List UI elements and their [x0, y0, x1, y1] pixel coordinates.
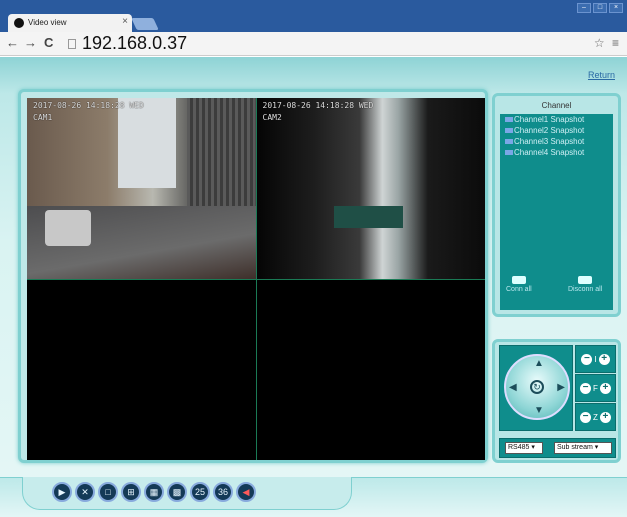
iris-label: I: [594, 354, 597, 364]
focus-control: − F +: [575, 374, 616, 402]
lens-controls: − I + − F + − Z +: [575, 345, 616, 431]
camera-icon: [505, 128, 513, 133]
video-view-app: Return 2017-08-26 14:18:28 WED CAM1 2017…: [0, 57, 627, 517]
volume-button[interactable]: ◀: [236, 482, 256, 502]
layout-36-button[interactable]: 36: [213, 482, 233, 502]
return-link[interactable]: Return: [588, 70, 615, 80]
channel-item-1[interactable]: Channel1 Snapshot: [500, 114, 613, 125]
left-arrow-icon[interactable]: ◀: [509, 382, 517, 393]
auto-scan-icon[interactable]: ↻: [530, 380, 544, 394]
minimize-button[interactable]: –: [577, 3, 591, 13]
channel-title: Channel: [541, 101, 572, 110]
focus-minus-icon[interactable]: −: [580, 382, 592, 394]
zoom-minus-icon[interactable]: −: [580, 411, 592, 423]
scene-sky: [118, 98, 176, 189]
connect-icon: [511, 276, 526, 284]
layout-1-button[interactable]: □: [98, 482, 118, 502]
osd-timestamp: 2017-08-26 14:18:28 WED: [262, 101, 374, 110]
iris-minus-icon[interactable]: −: [581, 353, 593, 365]
right-arrow-icon[interactable]: ▶: [557, 382, 565, 393]
camera-icon: [505, 139, 513, 144]
down-arrow-icon[interactable]: ▼: [534, 405, 544, 416]
record-button[interactable]: ▶: [52, 482, 72, 502]
maximize-button[interactable]: □: [593, 3, 607, 13]
channel-panel: Channel Channel1 Snapshot Channel2 Snaps…: [492, 93, 621, 317]
tab-close-icon[interactable]: ×: [122, 16, 128, 27]
browser-tab[interactable]: Video view ×: [8, 14, 132, 32]
scene-doormat: [334, 206, 403, 228]
window-controls: – □ ×: [577, 3, 623, 13]
scene-car: [45, 209, 91, 247]
conn-all-label: Conn all: [506, 286, 532, 293]
layout-9-button[interactable]: ▦: [144, 482, 164, 502]
zoom-control: − Z +: [575, 403, 616, 431]
browser-titlebar: Video view × – □ ×: [0, 0, 627, 32]
address-bar: ← → C 192.168.0.37 ☆ ≡: [0, 32, 627, 56]
disconnect-icon: [578, 276, 593, 284]
channel-list: Channel1 Snapshot Channel2 Snapshot Chan…: [500, 114, 613, 310]
direction-ring: ▲ ▼ ◀ ▶ ↻: [504, 354, 570, 420]
disconn-all-button[interactable]: Disconn all: [568, 276, 602, 293]
zoom-plus-icon[interactable]: +: [599, 411, 611, 423]
ptz-joystick: ▲ ▼ ◀ ▶ ↻: [499, 345, 573, 431]
stream-select[interactable]: Sub stream ▾: [554, 442, 612, 454]
tab-title: Video view: [28, 18, 67, 27]
focus-plus-icon[interactable]: +: [599, 382, 611, 394]
layout-25-button[interactable]: 25: [190, 482, 210, 502]
settings-button[interactable]: ✕: [75, 482, 95, 502]
iris-plus-icon[interactable]: +: [598, 353, 610, 365]
video-cell-1[interactable]: 2017-08-26 14:18:28 WED CAM1: [27, 98, 256, 279]
iris-control: − I +: [575, 345, 616, 373]
url-text: 192.168.0.37: [82, 33, 188, 53]
forward-icon[interactable]: →: [24, 35, 37, 50]
page-icon: [68, 39, 76, 49]
disconn-all-label: Disconn all: [568, 286, 603, 293]
layout-16-button[interactable]: ▩: [167, 482, 187, 502]
layout-4-button[interactable]: ⊞: [121, 482, 141, 502]
video-cell-3[interactable]: [27, 279, 256, 460]
new-tab-button[interactable]: [131, 18, 159, 30]
conn-all-button[interactable]: Conn all: [506, 276, 532, 293]
close-window-button[interactable]: ×: [609, 3, 623, 13]
toolbar-buttons: ▶ ✕ □ ⊞ ▦ ▩ 25 36 ◀: [52, 482, 256, 502]
channel-item-3[interactable]: Channel3 Snapshot: [500, 136, 613, 147]
channel-item-label: Channel3 Snapshot: [514, 137, 585, 146]
channel-item-2[interactable]: Channel2 Snapshot: [500, 125, 613, 136]
channel-item-label: Channel4 Snapshot: [514, 148, 585, 157]
osd-camera-name: CAM2: [262, 113, 282, 122]
video-frame: 2017-08-26 14:18:28 WED CAM1 2017-08-26 …: [18, 89, 488, 463]
channel-item-label: Channel2 Snapshot: [514, 126, 585, 135]
osd-camera-name: CAM1: [33, 113, 53, 122]
video-cell-2[interactable]: 2017-08-26 14:18:28 WED CAM2: [256, 98, 485, 279]
stream-select-row: RS485 ▾ Sub stream ▾: [499, 438, 616, 458]
video-cell-4[interactable]: [256, 279, 485, 460]
url-field[interactable]: 192.168.0.37: [66, 33, 576, 53]
camera-icon: [505, 117, 513, 122]
zoom-label: Z: [593, 412, 598, 422]
tab-favicon-icon: [14, 18, 24, 28]
osd-timestamp: 2017-08-26 14:18:28 WED: [33, 101, 144, 110]
back-icon[interactable]: ←: [6, 35, 19, 50]
camera-icon: [505, 150, 513, 155]
channel-item-label: Channel1 Snapshot: [514, 115, 585, 124]
focus-label: F: [593, 383, 598, 393]
ptz-panel: ▲ ▼ ◀ ▶ ↻ − I + − F + − Z + RS485 ▾ Sub …: [492, 339, 621, 463]
video-grid: 2017-08-26 14:18:28 WED CAM1 2017-08-26 …: [27, 98, 485, 460]
bookmark-menu-icons[interactable]: ☆ ≡: [594, 36, 621, 50]
reload-icon[interactable]: C: [44, 35, 53, 50]
protocol-select[interactable]: RS485 ▾: [505, 442, 543, 454]
up-arrow-icon[interactable]: ▲: [534, 358, 544, 369]
channel-item-4[interactable]: Channel4 Snapshot: [500, 147, 613, 158]
